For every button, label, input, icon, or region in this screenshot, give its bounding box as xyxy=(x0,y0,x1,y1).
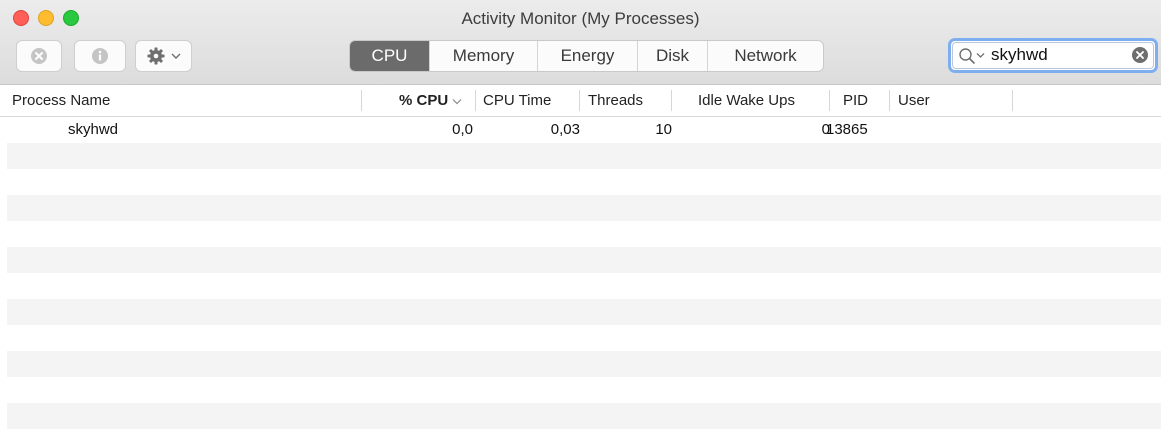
empty-row xyxy=(7,403,1161,429)
column-divider[interactable] xyxy=(671,90,672,111)
tab-memory[interactable]: Memory xyxy=(429,41,537,71)
empty-row xyxy=(7,377,1161,403)
empty-row xyxy=(7,273,1161,299)
tab-cpu[interactable]: CPU xyxy=(350,41,429,71)
search-icon xyxy=(959,48,975,64)
table-header: Process Name % CPU CPU Time Threads Idle… xyxy=(0,85,1161,117)
search-field[interactable]: skyhwd xyxy=(948,38,1158,73)
chevron-down-icon xyxy=(976,53,985,58)
column-divider[interactable] xyxy=(579,90,580,111)
inspect-process-button[interactable] xyxy=(74,40,126,72)
column-header-user[interactable]: User xyxy=(898,85,930,116)
x-circle-icon xyxy=(31,48,47,64)
process-name-cell: skyhwd xyxy=(68,121,119,138)
column-divider[interactable] xyxy=(361,90,362,111)
table-row[interactable]: skyhwd 0,0 0,03 10 0 13865 xyxy=(7,117,1161,143)
cpu-cell: 0,0 xyxy=(452,121,473,138)
info-icon xyxy=(92,48,108,64)
view-tabs: CPU Memory Energy Disk Network xyxy=(349,40,824,72)
column-header-threads[interactable]: Threads xyxy=(588,85,643,116)
clear-search-icon[interactable] xyxy=(1131,46,1149,64)
window-title: Activity Monitor (My Processes) xyxy=(461,9,700,28)
column-divider[interactable] xyxy=(475,90,476,111)
column-header-cpu-label: % CPU xyxy=(399,92,449,109)
actions-menu-button[interactable] xyxy=(135,40,192,72)
threads-cell: 10 xyxy=(655,121,672,138)
stop-process-button[interactable] xyxy=(16,40,62,72)
tab-network[interactable]: Network xyxy=(707,41,823,71)
column-header-idle-wake-ups[interactable]: Idle Wake Ups xyxy=(698,85,795,116)
empty-row xyxy=(7,195,1161,221)
column-header-cpu-time[interactable]: CPU Time xyxy=(483,85,551,116)
empty-row xyxy=(7,221,1161,247)
gear-icon xyxy=(147,47,165,65)
search-input[interactable]: skyhwd xyxy=(991,45,1048,65)
process-table: skyhwd 0,0 0,03 10 0 13865 xyxy=(7,117,1161,429)
empty-row xyxy=(7,169,1161,195)
column-divider[interactable] xyxy=(1012,90,1013,111)
pid-cell: 13865 xyxy=(826,121,868,138)
window-titlebar: Activity Monitor (My Processes) CPU Memo… xyxy=(0,0,1161,85)
column-header-process-name[interactable]: Process Name xyxy=(12,85,110,116)
column-divider[interactable] xyxy=(889,90,890,111)
empty-row xyxy=(7,247,1161,273)
column-divider[interactable] xyxy=(829,90,830,111)
sort-descending-icon xyxy=(452,98,462,104)
tab-disk[interactable]: Disk xyxy=(637,41,707,71)
tab-energy[interactable]: Energy xyxy=(537,41,637,71)
empty-row xyxy=(7,143,1161,169)
empty-row xyxy=(7,325,1161,351)
column-header-pid[interactable]: PID xyxy=(843,85,868,116)
cpu-time-cell: 0,03 xyxy=(550,121,580,138)
chevron-down-icon xyxy=(171,53,181,59)
column-header-cpu[interactable]: % CPU xyxy=(399,85,462,116)
empty-row xyxy=(7,299,1161,325)
empty-row xyxy=(7,351,1161,377)
